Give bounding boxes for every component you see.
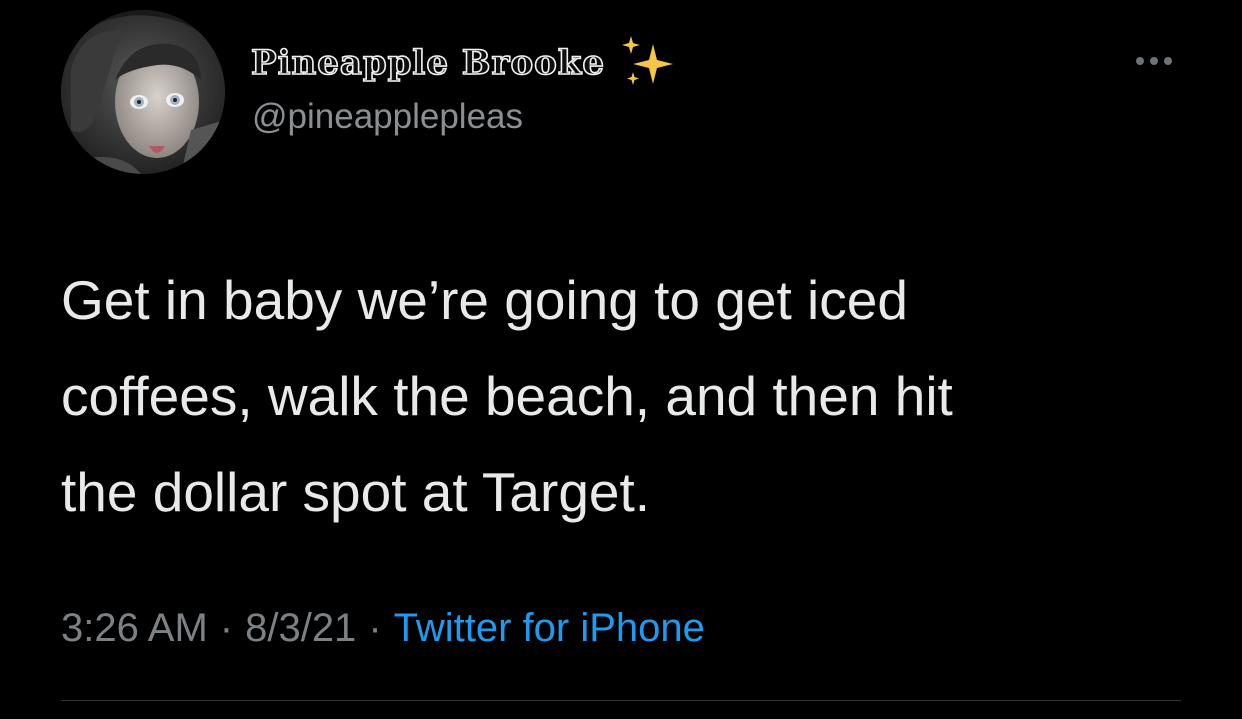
tweet-metadata: 3:26 AM · 8/3/21 · Twitter for iPhone (61, 606, 705, 651)
tweet-date[interactable]: 8/3/21 (245, 606, 356, 650)
more-dot (1164, 57, 1172, 65)
separator: · (368, 606, 382, 650)
sparkles-icon (619, 36, 679, 90)
author-handle[interactable]: @pineapplepleas (252, 97, 523, 137)
tweet-source-link[interactable]: Twitter for iPhone (394, 606, 705, 650)
author-name-line: Pineapple Brooke (250, 36, 679, 90)
more-dot (1150, 57, 1158, 65)
tweet: Pineapple Brooke @pineapplepleas Get in … (0, 0, 1242, 719)
avatar-image (61, 10, 225, 174)
more-icon[interactable] (1124, 46, 1184, 76)
display-name[interactable]: Pineapple Brooke (250, 42, 605, 84)
divider (61, 700, 1181, 701)
avatar[interactable] (61, 10, 225, 174)
tweet-time[interactable]: 3:26 AM (61, 606, 208, 650)
more-dot (1136, 57, 1144, 65)
separator: · (219, 606, 234, 650)
tweet-text: Get in baby we’re going to get iced coff… (61, 269, 953, 523)
